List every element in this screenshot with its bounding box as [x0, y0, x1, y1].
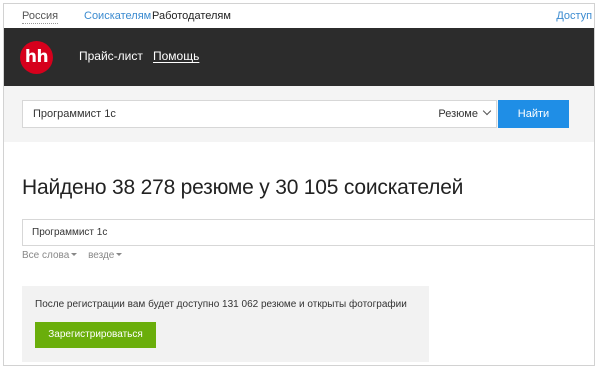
results-title: Найдено 38 278 резюме у 30 105 соискател…	[22, 176, 464, 199]
caret-down-icon	[71, 253, 78, 256]
find-button[interactable]: Найти	[498, 100, 569, 128]
nav-link-access[interactable]: Доступ к	[556, 4, 594, 28]
nav-link-seekers[interactable]: Соискателям	[84, 4, 151, 28]
search-type-label: Резюме	[438, 108, 478, 120]
search-bar: Резюме Найти	[4, 86, 594, 142]
nav-link-employers[interactable]: Работодателям	[152, 4, 231, 28]
search-box: Резюме	[22, 100, 497, 128]
registration-promo: После регистрации вам будет доступно 131…	[22, 286, 429, 362]
hh-logo[interactable]: hh	[20, 41, 53, 74]
browser-frame: Россия Соискателям Работодателям Доступ …	[3, 3, 595, 366]
header-link-price-list[interactable]: Прайс-лист	[79, 49, 143, 63]
filter-words-label: Все слова	[22, 250, 70, 261]
search-type-select[interactable]: Резюме	[438, 101, 492, 127]
refine-query-field[interactable]: Программист 1с	[22, 219, 594, 246]
region-selector[interactable]: Россия	[22, 4, 59, 28]
site-header: hh Прайс-лист Помощь	[4, 28, 594, 86]
search-input[interactable]	[33, 101, 333, 127]
header-link-help[interactable]: Помощь	[153, 49, 199, 63]
register-button[interactable]: Зарегистрироваться	[35, 322, 156, 348]
filter-scope[interactable]: везде	[88, 250, 123, 261]
search-filters: Все слова везде	[22, 250, 130, 261]
refine-query-text: Программист 1с	[32, 227, 108, 238]
filter-words[interactable]: Все слова	[22, 250, 78, 261]
promo-text: После регистрации вам будет доступно 131…	[35, 299, 407, 310]
caret-down-icon	[116, 253, 123, 256]
top-nav: Россия Соискателям Работодателям Доступ …	[4, 4, 594, 28]
filter-scope-label: везде	[88, 250, 115, 261]
chevron-down-icon	[482, 106, 492, 116]
